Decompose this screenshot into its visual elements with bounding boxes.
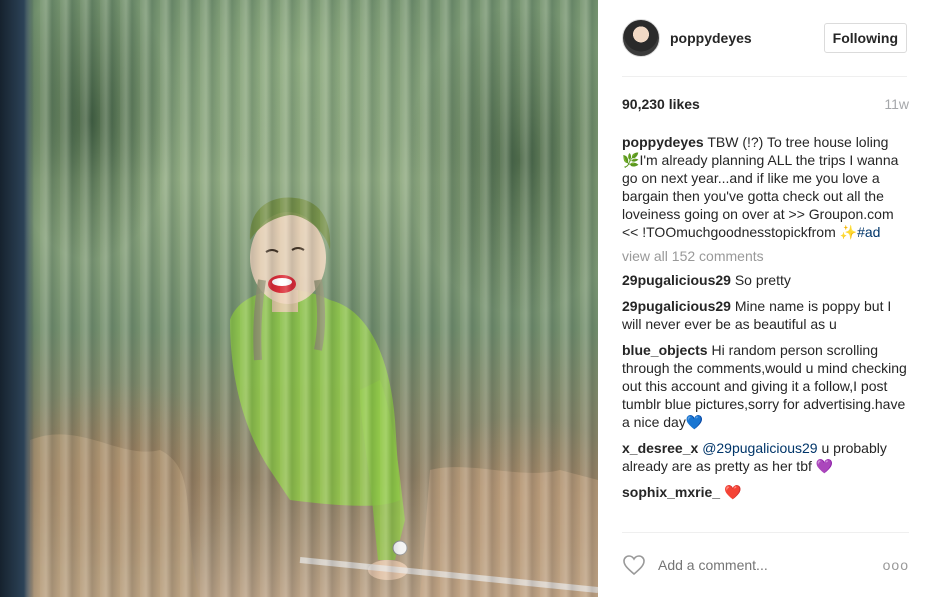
red-heart-emoji: ❤️ bbox=[723, 484, 742, 500]
comment-username[interactable]: sophix_mxrie_ bbox=[622, 484, 720, 500]
comment-item: sophix_mxrie_ ❤️ bbox=[622, 483, 909, 501]
comment-item: 29pugalicious29 Mine name is poppy but I… bbox=[622, 297, 909, 333]
avatar[interactable] bbox=[622, 19, 660, 57]
add-comment-input[interactable] bbox=[658, 557, 858, 573]
likes-count[interactable]: 90,230 likes bbox=[622, 96, 700, 112]
more-options-icon[interactable]: ooo bbox=[883, 557, 909, 573]
purple-heart-emoji: 💜 bbox=[815, 458, 834, 474]
comment-footer: ooo bbox=[622, 532, 909, 597]
comment-text: So pretty bbox=[734, 272, 791, 288]
comment-item: 29pugalicious29 So pretty bbox=[622, 271, 909, 289]
post-username[interactable]: poppydeyes bbox=[670, 30, 752, 46]
caption: poppydeyes TBW (!?) To tree house loling… bbox=[622, 133, 909, 241]
caption-username[interactable]: poppydeyes bbox=[622, 134, 704, 150]
photo-curtain-overlay bbox=[0, 0, 598, 597]
hashtag-link[interactable]: #ad bbox=[857, 224, 880, 240]
leaf-emoji: 🌿 bbox=[622, 152, 640, 168]
heart-icon[interactable] bbox=[622, 554, 646, 576]
comment-mention-link[interactable]: @29pugalicious29 bbox=[702, 440, 817, 456]
comment-item: blue_objects Hi random person scrolling … bbox=[622, 341, 909, 431]
post-side-panel: poppydeyes Following 90,230 likes 11w po… bbox=[598, 0, 929, 597]
view-all-comments-link[interactable]: view all 152 comments bbox=[622, 247, 909, 265]
post-header: poppydeyes Following bbox=[622, 0, 907, 77]
comment-item: x_desree_x @29pugalicious29 u probably a… bbox=[622, 439, 909, 475]
photo-window-frame bbox=[0, 0, 34, 597]
following-button[interactable]: Following bbox=[823, 23, 907, 53]
likes-row: 90,230 likes 11w bbox=[622, 96, 909, 112]
comment-username[interactable]: x_desree_x bbox=[622, 440, 698, 456]
comment-username[interactable]: 29pugalicious29 bbox=[622, 272, 731, 288]
comment-username[interactable]: 29pugalicious29 bbox=[622, 298, 731, 314]
caption-text-1: TBW (!?) To tree house loling bbox=[707, 134, 889, 150]
post-photo[interactable] bbox=[0, 0, 598, 597]
post-time[interactable]: 11w bbox=[884, 96, 909, 112]
blue-heart-emoji: 💙 bbox=[685, 414, 704, 430]
comments-list[interactable]: poppydeyes TBW (!?) To tree house loling… bbox=[622, 133, 909, 531]
comment-username[interactable]: blue_objects bbox=[622, 342, 708, 358]
sparkles-emoji: ✨ bbox=[839, 224, 858, 240]
